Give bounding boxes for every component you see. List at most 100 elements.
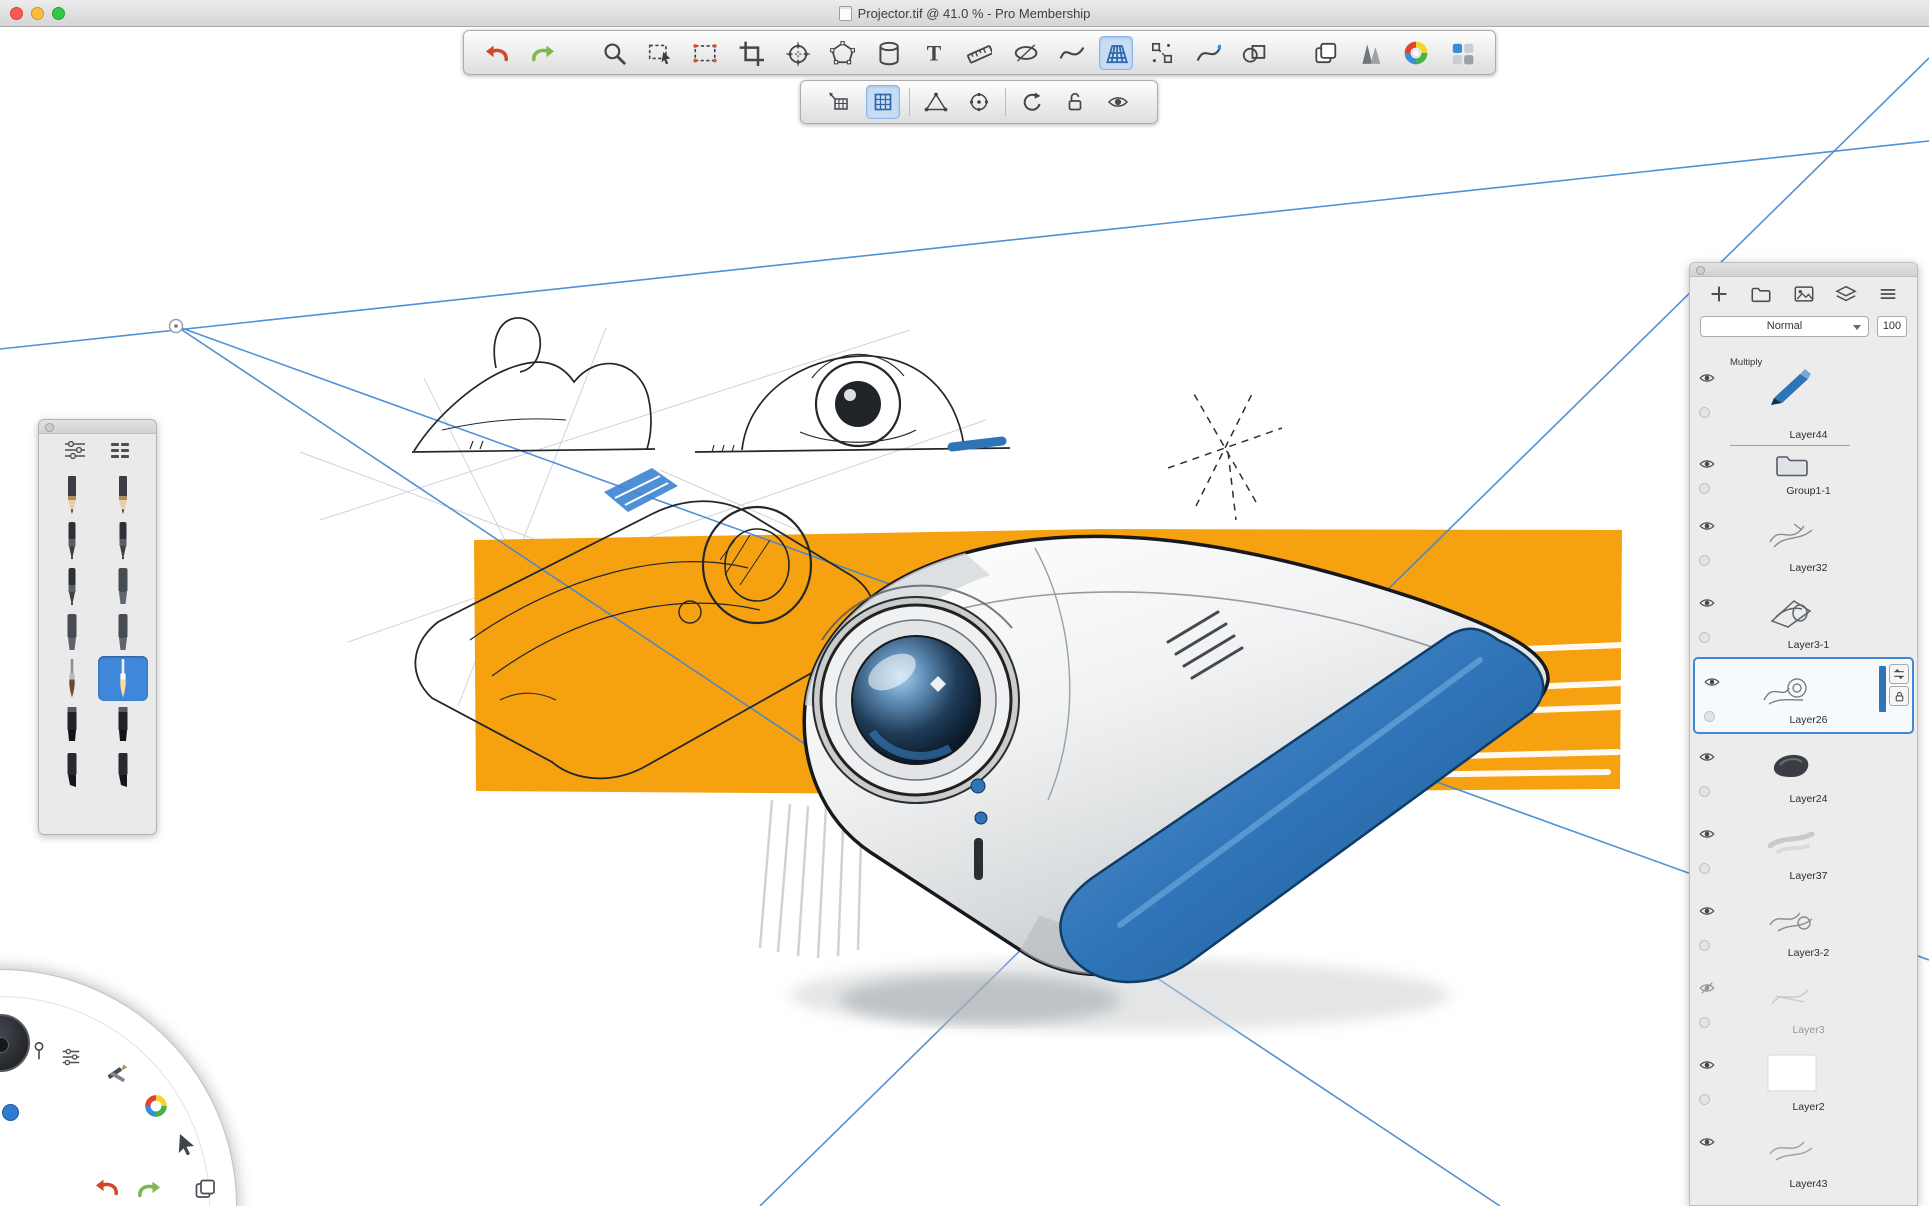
layer-visibility-eye-icon[interactable]	[1696, 594, 1718, 612]
text-tool-icon[interactable]: T	[917, 36, 951, 70]
corner-blue-dot[interactable]	[2, 1104, 19, 1121]
layer-lock-dot[interactable]	[1699, 786, 1710, 797]
wheel-duplicate-icon[interactable]	[190, 1174, 220, 1204]
distort-icon[interactable]	[780, 36, 814, 70]
group-folder-icon[interactable]	[1756, 449, 1828, 483]
undo-icon[interactable]	[480, 36, 514, 70]
brush-pencil-icon[interactable]	[102, 1058, 132, 1088]
layer-adjust-button[interactable]	[1889, 664, 1909, 684]
wheel-undo-icon[interactable]	[92, 1172, 122, 1202]
brush-slot[interactable]	[47, 702, 98, 747]
grid-edit-icon[interactable]	[823, 85, 857, 119]
brush-slot[interactable]	[47, 564, 98, 609]
ellipse-guide-icon[interactable]	[1008, 36, 1042, 70]
brush-library-icon[interactable]	[108, 440, 132, 465]
circle-guide-icon[interactable]	[962, 85, 996, 119]
layer-row-selected[interactable]: Layer26	[1693, 657, 1914, 734]
sliders-icon[interactable]	[56, 1042, 86, 1072]
layer-row[interactable]: Layer24	[1690, 734, 1917, 811]
palette-close-button[interactable]	[45, 423, 54, 432]
brush-slot[interactable]	[47, 518, 98, 563]
layer-opacity-field[interactable]: 100	[1877, 316, 1907, 337]
color-wheel-icon[interactable]	[1399, 36, 1433, 70]
grid-snap-icon[interactable]	[866, 85, 900, 119]
minimize-window-button[interactable]	[31, 7, 44, 20]
layer-lock-dot[interactable]	[1699, 863, 1710, 874]
layer-lock-dot[interactable]	[1699, 1017, 1710, 1028]
brush-slot[interactable]	[98, 472, 149, 517]
rotate-guide-icon[interactable]	[1015, 85, 1049, 119]
zoom-icon[interactable]	[597, 36, 631, 70]
layer-group-row[interactable]: Group1-1	[1690, 447, 1917, 503]
fill-icon[interactable]	[871, 36, 905, 70]
brush-slot[interactable]	[47, 610, 98, 655]
dual-brush-icon[interactable]	[1353, 36, 1387, 70]
layer-lock-dot[interactable]	[1699, 1094, 1710, 1105]
swatch-grid-icon[interactable]	[1445, 36, 1479, 70]
wheel-color-wheel-icon[interactable]	[141, 1091, 171, 1121]
new-group-icon[interactable]	[1748, 281, 1774, 307]
layer-opacity-slider[interactable]	[1879, 666, 1886, 712]
layer-lock-dot[interactable]	[1699, 407, 1710, 418]
layer-row[interactable]: Layer2	[1690, 1042, 1917, 1119]
import-image-icon[interactable]	[1791, 281, 1817, 307]
layer-lock-dot[interactable]	[1699, 632, 1710, 643]
layer-lock-button[interactable]	[1889, 686, 1909, 706]
layer-lock-dot[interactable]	[1699, 940, 1710, 951]
layer-visibility-eye-off-icon[interactable]	[1696, 979, 1718, 997]
layer-lock-dot[interactable]	[1699, 483, 1710, 494]
layer-thumbnail[interactable]	[1756, 1127, 1828, 1173]
layer-visibility-eye-icon[interactable]	[1696, 1133, 1718, 1151]
close-window-button[interactable]	[10, 7, 23, 20]
layer-row[interactable]: Layer3-1	[1690, 580, 1917, 657]
layer-row[interactable]: Layer32	[1690, 503, 1917, 580]
brush-slot[interactable]	[47, 656, 98, 701]
layer-visibility-eye-icon[interactable]	[1696, 369, 1718, 387]
layer-thumbnail[interactable]	[1756, 511, 1828, 557]
layer-thumbnail[interactable]	[1751, 667, 1823, 713]
layer-visibility-eye-icon[interactable]	[1696, 902, 1718, 920]
layer-lock-dot[interactable]	[1704, 711, 1715, 722]
brush-settings-icon[interactable]	[63, 440, 87, 465]
layer-visibility-eye-icon[interactable]	[1696, 825, 1718, 843]
french-curve-icon[interactable]	[1054, 36, 1088, 70]
brush-slot[interactable]	[98, 702, 149, 747]
layer-thumbnail[interactable]	[1756, 742, 1828, 788]
panel-menu-icon[interactable]	[1875, 281, 1901, 307]
layers-panel-close-button[interactable]	[1696, 266, 1705, 275]
pattern-icon[interactable]	[1145, 36, 1179, 70]
layer-thumbnail[interactable]	[1756, 819, 1828, 865]
blend-mode-dropdown[interactable]: Normal	[1700, 316, 1869, 337]
drawing-canvas[interactable]	[0, 0, 1929, 1206]
cursor-icon[interactable]	[172, 1129, 202, 1159]
layer-row[interactable]: Layer37	[1690, 811, 1917, 888]
vanishing-point-handle[interactable]	[170, 320, 183, 333]
layer-visibility-eye-icon[interactable]	[1696, 1056, 1718, 1074]
layer-visibility-eye-icon[interactable]	[1696, 517, 1718, 535]
layer-thumbnail[interactable]	[1756, 1050, 1828, 1096]
brush-slot[interactable]	[98, 564, 149, 609]
rect-select-icon[interactable]	[643, 36, 677, 70]
layer-visibility-eye-icon[interactable]	[1701, 673, 1723, 691]
layer-thumbnail[interactable]	[1756, 363, 1828, 409]
layer-lock-dot[interactable]	[1699, 555, 1710, 566]
transform-select-icon[interactable]	[688, 36, 722, 70]
brush-slot[interactable]	[98, 518, 149, 563]
layer-row-hidden[interactable]: Layer3	[1690, 965, 1917, 1042]
brush-slot[interactable]	[47, 472, 98, 517]
layer-thumbnail[interactable]	[1756, 588, 1828, 634]
crop-icon[interactable]	[734, 36, 768, 70]
wheel-redo-icon[interactable]	[134, 1174, 164, 1204]
layer-visibility-eye-icon[interactable]	[1696, 455, 1718, 473]
zoom-window-button[interactable]	[52, 7, 65, 20]
redo-icon[interactable]	[526, 36, 560, 70]
layer-stack-icon[interactable]	[1833, 281, 1859, 307]
polygon-lasso-icon[interactable]	[825, 36, 859, 70]
layer-thumbnail[interactable]	[1756, 896, 1828, 942]
layer-row[interactable]: Multiply Layer44	[1690, 355, 1917, 447]
add-layer-icon[interactable]	[1706, 281, 1732, 307]
layers-panel-titlebar[interactable]	[1690, 263, 1917, 277]
brush-slot[interactable]	[47, 748, 98, 793]
perspective-guide-icon[interactable]	[1099, 36, 1133, 70]
steady-stroke-icon[interactable]	[1191, 36, 1225, 70]
